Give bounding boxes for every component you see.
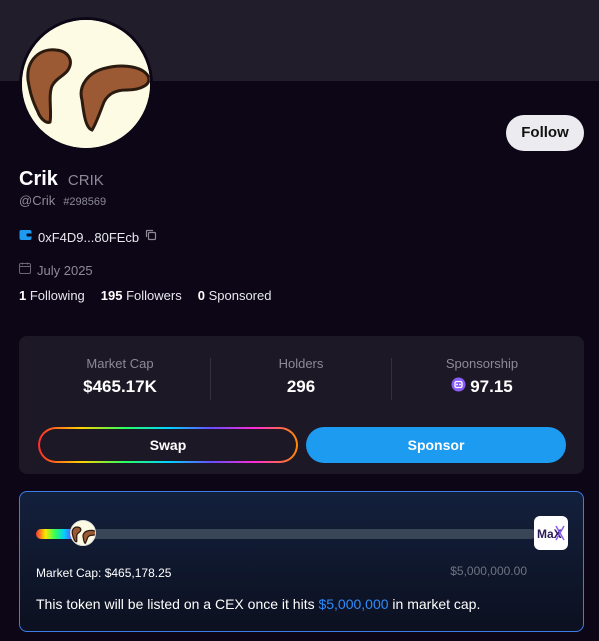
following-count: 1 bbox=[19, 288, 27, 303]
max-exchange-logo: MaX bbox=[534, 516, 568, 550]
wallet-row: 0xF4D9...80FEcb bbox=[19, 228, 157, 246]
progress-thumb-avatar bbox=[70, 520, 96, 546]
market-cap-metric: Market Cap $465.17K bbox=[30, 356, 210, 397]
current-market-cap: Market Cap: $465,178.25 bbox=[36, 566, 172, 580]
sponsorship-coin-icon bbox=[451, 377, 466, 397]
market-cap-value: $465.17K bbox=[83, 377, 157, 396]
name-row: Crik CRIK bbox=[19, 168, 104, 191]
holders-label: Holders bbox=[278, 356, 324, 371]
profile-handle: @Crik bbox=[19, 193, 56, 208]
listing-note-prefix: This token will be listed on a CEX once … bbox=[36, 596, 319, 612]
avatar bbox=[19, 17, 153, 151]
sponsorship-value-row: 97.15 bbox=[392, 377, 572, 397]
sponsored-label: Sponsored bbox=[208, 288, 272, 303]
listing-note-suffix: in market cap. bbox=[388, 596, 481, 612]
avatar-image bbox=[22, 20, 150, 148]
target-market-cap: $5,000,000.00 bbox=[450, 564, 527, 578]
followers-stat[interactable]: 195 Followers bbox=[101, 288, 182, 303]
swap-button-label: Swap bbox=[40, 429, 296, 461]
followers-count: 195 bbox=[100, 288, 123, 303]
copy-icon[interactable] bbox=[145, 228, 157, 246]
sponsored-stat[interactable]: 0 Sponsored bbox=[198, 288, 272, 303]
followers-label: Followers bbox=[126, 288, 182, 303]
listing-progress-card: MaX Market Cap: $465,178.25 $5,000,000.0… bbox=[19, 491, 584, 632]
progress-track bbox=[36, 529, 536, 539]
listing-note: This token will be listed on a CEX once … bbox=[36, 596, 480, 612]
listing-note-target: $5,000,000 bbox=[318, 596, 389, 612]
sponsorship-value: 97.15 bbox=[470, 377, 513, 396]
following-label: Following bbox=[29, 288, 85, 303]
following-stat[interactable]: 1 Following bbox=[19, 288, 85, 303]
swap-button[interactable]: Swap bbox=[38, 427, 298, 463]
social-stats: 1 Following 195 Followers 0 Sponsored bbox=[19, 288, 271, 303]
sponsored-count: 0 bbox=[197, 288, 205, 303]
profile-name: Crik bbox=[19, 168, 58, 190]
calendar-icon bbox=[19, 261, 31, 279]
follow-button[interactable]: Follow bbox=[506, 115, 584, 151]
sponsor-button[interactable]: Sponsor bbox=[306, 427, 566, 463]
token-metrics-card: Market Cap $465.17K Holders 296 Sponsors… bbox=[19, 336, 584, 474]
wallet-icon bbox=[19, 228, 32, 246]
market-cap-label: Market Cap bbox=[86, 356, 154, 371]
joined-date: July 2025 bbox=[37, 262, 93, 278]
holders-metric: Holders 296 bbox=[211, 356, 391, 397]
profile-ticker: CRIK bbox=[67, 172, 104, 189]
sponsorship-label: Sponsorship bbox=[445, 356, 519, 371]
handle-row: @Crik #298569 bbox=[19, 193, 106, 208]
sponsorship-metric: Sponsorship 97.15 bbox=[392, 356, 572, 397]
joined-date-row: July 2025 bbox=[19, 261, 93, 279]
profile-id: #298569 bbox=[63, 196, 107, 208]
wallet-address[interactable]: 0xF4D9...80FEcb bbox=[38, 230, 139, 245]
holders-value: 296 bbox=[286, 377, 316, 396]
